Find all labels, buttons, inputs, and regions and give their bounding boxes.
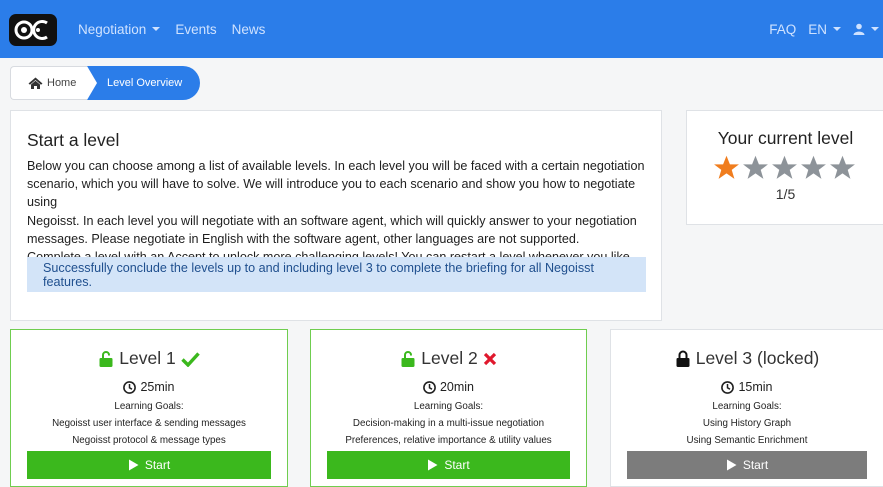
level-card-2: Level 2 20min Learning Goals: Decision-m… <box>310 329 587 487</box>
nav-negotiation-label: Negotiation <box>78 21 147 37</box>
learning-goal: Using History Graph <box>702 418 792 429</box>
breadcrumb-home-label: Home <box>47 77 77 89</box>
start-button-label: Start <box>444 458 470 472</box>
chevron-down-icon <box>871 27 879 31</box>
current-level-count: 1/5 <box>775 186 796 202</box>
level-duration-label: 15min <box>738 380 773 394</box>
nav-faq[interactable]: FAQ <box>769 22 796 37</box>
home-icon <box>28 77 43 89</box>
nav-negotiation[interactable]: Negotiation <box>78 21 161 37</box>
clock-icon <box>721 380 735 394</box>
learning-goal: Decision-making in a multi-issue negotia… <box>352 418 545 429</box>
level-title: Level 1 <box>11 348 287 369</box>
star-empty-icon <box>743 155 768 179</box>
intro-line: Negoisst. In each level you will negotia… <box>27 213 637 228</box>
level-title-label: Level 3 (locked) <box>695 348 820 368</box>
learning-goal: Negoisst protocol & message types <box>72 435 226 446</box>
check-icon <box>181 351 200 367</box>
chevron-down-icon <box>833 27 841 31</box>
nav-events-label: Events <box>175 21 217 37</box>
learning-goal: Preferences, relative importance & utili… <box>345 435 552 446</box>
level-title-label: Level 1 <box>119 348 176 368</box>
play-icon <box>128 459 139 471</box>
info-alert-text: Successfully conclude the levels up to a… <box>43 260 594 289</box>
user-icon <box>853 23 865 35</box>
breadcrumb-home[interactable]: Home <box>10 66 87 100</box>
unlock-icon <box>401 351 415 367</box>
learning-goal: Negoisst user interface & sending messag… <box>52 418 246 429</box>
learning-goals-label: Learning Goals: <box>114 401 184 412</box>
breadcrumb: Home Level Overview <box>10 66 201 100</box>
learning-goal: Using Semantic Enrichment <box>686 435 808 446</box>
star-empty-icon <box>801 155 826 179</box>
level-title: Level 2 <box>311 348 586 369</box>
nav-news[interactable]: News <box>232 22 266 37</box>
cross-icon <box>483 352 496 365</box>
start-button-level-3[interactable]: Start <box>627 451 867 479</box>
start-button-label: Start <box>144 458 171 472</box>
start-button-level-2[interactable]: Start <box>327 451 570 479</box>
breadcrumb-current: Level Overview <box>87 66 201 100</box>
level-card-1: Level 1 25min Learning Goals: Negoisst u… <box>10 329 288 487</box>
play-icon <box>428 459 438 471</box>
level-title-label: Level 2 <box>421 348 478 368</box>
intro-line: Below you can choose among a list of ava… <box>27 159 645 173</box>
nav-events[interactable]: Events <box>175 22 216 37</box>
intro-card: Start a level Below you can choose among… <box>10 110 662 321</box>
level-duration: 25min <box>11 380 287 394</box>
page-title: Start a level <box>27 130 120 150</box>
nav-news-label: News <box>231 21 266 37</box>
breadcrumb-current-label: Level Overview <box>107 77 183 89</box>
start-button-level-1[interactable]: Start <box>27 451 271 479</box>
unlock-icon <box>99 351 113 367</box>
level-title: Level 3 (locked) <box>611 348 883 369</box>
info-alert: Successfully conclude the levels up to a… <box>27 257 646 292</box>
star-filled-icon <box>714 155 739 179</box>
current-level-title: Your current level <box>717 128 854 148</box>
learning-goals-label: Learning Goals: <box>712 401 782 412</box>
intro-line: scenario, which you will have to solve. … <box>27 177 636 210</box>
level-card-3: Level 3 (locked) 15min Learning Goals: U… <box>610 329 883 487</box>
star-empty-icon <box>830 155 855 179</box>
start-button-label: Start <box>742 458 769 472</box>
star-empty-icon <box>772 155 797 179</box>
language-label: EN <box>808 21 827 37</box>
top-navbar: Negotiation Events News FAQ EN <box>0 0 883 58</box>
level-duration: 20min <box>311 380 586 394</box>
play-icon <box>726 459 737 471</box>
nav-faq-label: FAQ <box>769 21 797 37</box>
clock-icon <box>123 380 137 394</box>
clock-icon <box>423 380 436 394</box>
level-stars <box>713 154 856 181</box>
chevron-down-icon <box>152 27 161 31</box>
language-selector[interactable]: EN <box>808 22 841 37</box>
intro-text: Below you can choose among a list of ava… <box>27 157 657 266</box>
current-level-card: Your current level 1/5 <box>686 110 883 225</box>
learning-goals-label: Learning Goals: <box>413 401 484 412</box>
app-logo[interactable] <box>9 14 57 46</box>
level-duration-label: 25min <box>140 380 175 394</box>
level-duration-label: 20min <box>439 380 475 394</box>
user-menu[interactable] <box>853 23 879 35</box>
level-duration: 15min <box>611 380 883 394</box>
lock-icon <box>676 350 690 367</box>
intro-line: messages. Please negotiate in English wi… <box>27 231 580 246</box>
